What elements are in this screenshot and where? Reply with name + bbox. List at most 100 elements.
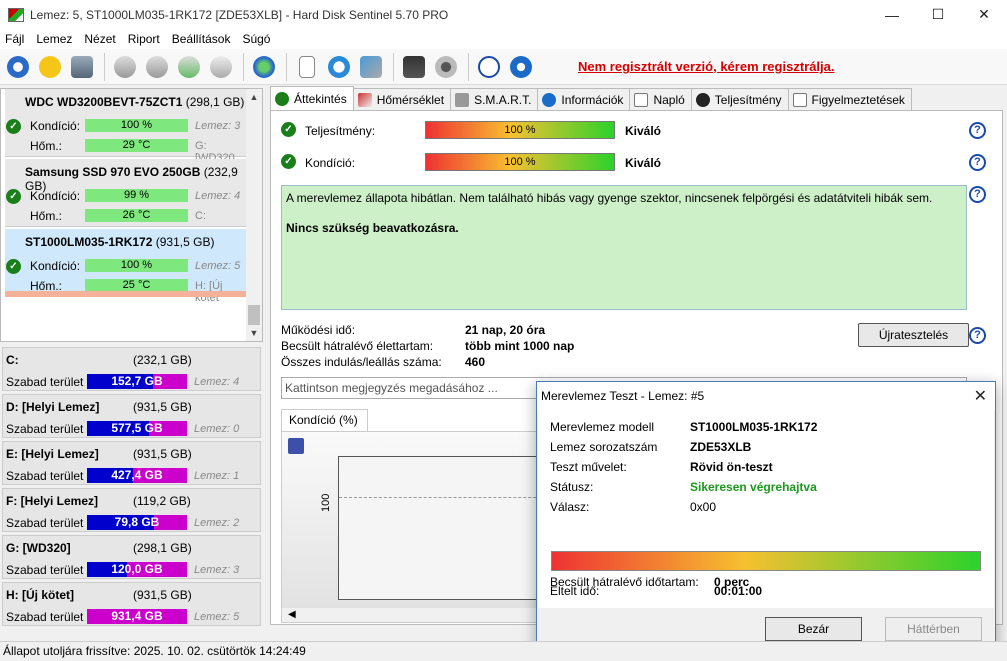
disk-card-samsung[interactable]: Samsung SSD 970 EVO 250GB (232,9 GB) ✓ K…: [5, 159, 247, 227]
tab-label: Információk: [561, 92, 624, 107]
network-button[interactable]: [356, 52, 386, 82]
menu-report[interactable]: Riport: [122, 32, 166, 46]
temp-bar: 29 °C: [85, 139, 188, 152]
maximize-button[interactable]: ☐: [915, 0, 961, 29]
status-label: Státusz:: [550, 480, 594, 494]
warning-icon: [39, 55, 61, 78]
save-icon[interactable]: [288, 438, 304, 454]
partition-card[interactable]: G: [WD320] (298,1 GB) Szabad terület 120…: [2, 535, 261, 579]
toolbar-separator: [393, 52, 394, 81]
chart-tab-condition[interactable]: Kondíció (%): [281, 409, 368, 431]
sync-button[interactable]: [324, 52, 354, 82]
tab-label: Figyelmeztetések: [811, 92, 905, 107]
free-space-bar: 79,8 GB: [87, 515, 187, 530]
close-button[interactable]: ✕: [961, 0, 1007, 29]
globe-icon: [253, 55, 275, 78]
sound-button[interactable]: [431, 52, 461, 82]
tab-strip: Áttekintés Hőmérséklet S.M.A.R.T. Inform…: [270, 86, 912, 110]
tab-temperature[interactable]: Hőmérséklet: [352, 88, 452, 110]
free-space-value: 79,8 GB: [114, 515, 160, 529]
menu-disk[interactable]: Lemez: [30, 32, 78, 46]
dialog-close-button[interactable]: Bezár: [765, 617, 862, 641]
test-button-1[interactable]: [110, 52, 140, 82]
model-value: ST1000LM035-1RK172: [690, 420, 818, 434]
performance-rating: Kiváló: [625, 124, 662, 138]
toolbar-separator: [286, 52, 287, 81]
partition-disk: Lemez: 3: [194, 564, 240, 576]
report-button[interactable]: [292, 52, 322, 82]
partition-name: F: [Helyi Lemez]: [6, 494, 99, 508]
condition-rating: Kiváló: [625, 156, 662, 170]
condition-label: Kondíció:: [305, 156, 356, 170]
free-space-value: 931,4 GB: [111, 609, 163, 623]
partition-card[interactable]: F: [Helyi Lemez] (119,2 GB) Szabad terül…: [2, 488, 261, 532]
web-button[interactable]: [249, 52, 279, 82]
scroll-left-icon[interactable]: ◀: [288, 609, 296, 620]
tab-overview[interactable]: Áttekintés: [270, 86, 354, 110]
partition-card[interactable]: D: [Helyi Lemez] (931,5 GB) Szabad terül…: [2, 394, 261, 438]
menu-view[interactable]: Nézet: [78, 32, 121, 46]
help-icon[interactable]: ?: [969, 186, 986, 203]
status-message: A merevlemez állapota hibátlan. Nem talá…: [286, 191, 933, 205]
tab-label: Áttekintés: [294, 91, 347, 106]
scroll-thumb[interactable]: [248, 305, 260, 325]
tab-smart[interactable]: S.M.A.R.T.: [450, 88, 539, 110]
test-button-2[interactable]: [142, 52, 172, 82]
remaining-life-label: Becsült hátralévő élettartam:: [281, 339, 434, 353]
status-bar: Állapot utoljára frissítve: 2025. 10. 02…: [0, 641, 1007, 661]
smart-icon: [455, 92, 470, 107]
tab-information[interactable]: Információk: [537, 88, 631, 110]
menu-file[interactable]: Fájl: [0, 32, 30, 46]
toolbar: Nem regisztrált verzió, kérem regisztrál…: [0, 49, 1007, 85]
partition-size: (298,1 GB): [133, 541, 192, 555]
free-space-label: Szabad terület: [6, 516, 84, 530]
tab-log[interactable]: Napló: [629, 88, 692, 110]
retest-button[interactable]: Újratesztelés: [858, 323, 969, 347]
free-space-value: 577,5 GB: [111, 421, 163, 435]
free-space-value: 120,0 GB: [111, 562, 163, 576]
partition-card[interactable]: H: [Új kötet] (931,5 GB) Szabad terület …: [2, 582, 261, 626]
menu-settings[interactable]: Beállítások: [166, 32, 237, 46]
toolbar-separator: [243, 52, 244, 81]
dialog-close-icon[interactable]: ✕: [974, 386, 987, 406]
test-button-4[interactable]: [206, 52, 236, 82]
minimize-button[interactable]: —: [869, 0, 915, 29]
alert-button[interactable]: [35, 52, 65, 82]
register-link[interactable]: Nem regisztrált verzió, kérem regisztrál…: [578, 59, 835, 74]
toolbar-separator: [104, 52, 105, 81]
disk-info-button[interactable]: [67, 52, 97, 82]
dialog-title: Merevlemez Teszt - Lemez: #5: [541, 389, 705, 403]
alerts-icon: [792, 92, 807, 107]
help-button[interactable]: [474, 52, 504, 82]
disk-title: ST1000LM035-1RK172 (931,5 GB): [25, 235, 214, 249]
tab-label: Napló: [653, 92, 685, 107]
menu-bar: Fájl Lemez Nézet Riport Beállítások Súgó: [0, 29, 1007, 49]
temp-bar: 26 °C: [85, 209, 188, 222]
refresh-icon: [7, 55, 29, 78]
menu-help[interactable]: Súgó: [236, 32, 276, 46]
disk-list-scrollbar[interactable]: ▲ ▼: [246, 89, 262, 341]
help-icon[interactable]: ?: [969, 154, 986, 171]
help-icon[interactable]: ?: [969, 122, 986, 139]
disk-icon: [71, 55, 93, 78]
background-button[interactable]: Háttérben: [885, 617, 982, 641]
test-progress-bar: [551, 551, 981, 571]
tab-performance[interactable]: Teljesítmény: [690, 88, 789, 110]
test-button-3[interactable]: [174, 52, 204, 82]
partition-card[interactable]: C: (232,1 GB) Szabad terület 152,7 GB Le…: [2, 347, 261, 391]
disk-title: WDC WD3200BEVT-75ZCT1 (298,1 GB): [25, 95, 244, 109]
info-button[interactable]: [506, 52, 536, 82]
app-icon: [8, 7, 24, 22]
monitor-button[interactable]: [399, 52, 429, 82]
scroll-up-icon[interactable]: ▲: [246, 89, 262, 105]
disk-card-wdc[interactable]: WDC WD3200BEVT-75ZCT1 (298,1 GB) ✓ Kondí…: [5, 89, 247, 164]
chart-y-tick: 100: [320, 493, 332, 512]
disk-card-seagate[interactable]: ST1000LM035-1RK172 (931,5 GB) ✓ Kondíció…: [5, 229, 247, 304]
partition-card[interactable]: E: [Helyi Lemez] (931,5 GB) Szabad terül…: [2, 441, 261, 485]
title-bar: Lemez: 5, ST1000LM035-1RK172 [ZDE53XLB] …: [0, 0, 1007, 29]
partition-size: (119,2 GB): [133, 494, 191, 508]
scroll-down-icon[interactable]: ▼: [246, 325, 262, 341]
refresh-button[interactable]: [3, 52, 33, 82]
tab-alerts[interactable]: Figyelmeztetések: [787, 88, 912, 110]
help-icon[interactable]: ?: [969, 327, 986, 344]
